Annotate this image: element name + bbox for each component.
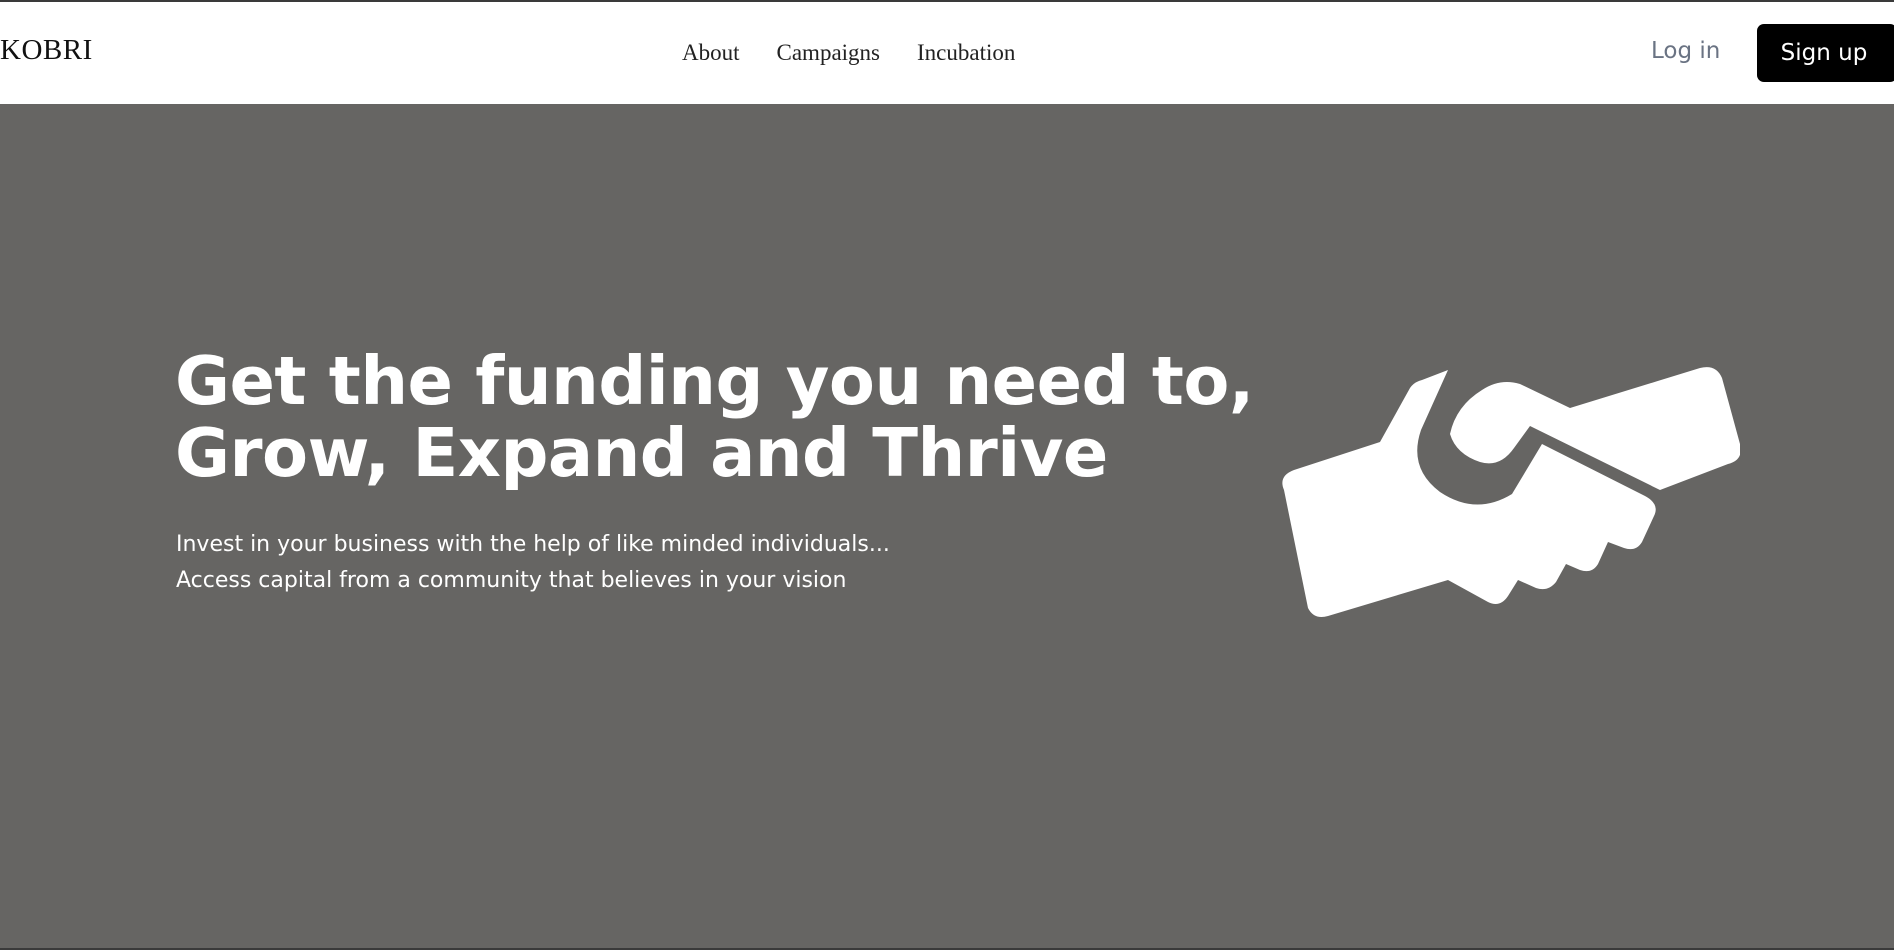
handshake-icon [1282,367,1740,617]
nav-link-about[interactable]: About [682,40,740,66]
nav-link-campaigns[interactable]: Campaigns [777,40,881,66]
nav-link-incubation[interactable]: Incubation [917,40,1015,66]
primary-nav: About Campaigns Incubation [682,40,1015,66]
signup-button[interactable]: Sign up [1757,24,1894,82]
hero-subtext: Invest in your business with the help of… [176,527,890,599]
hero-headline-line-2: Grow, Expand and Thrive [175,414,1108,492]
hero-headline: Get the funding you need to, Grow, Expan… [175,345,1254,489]
hero-subtext-line-2: Access capital from a community that bel… [176,568,847,593]
hero-headline-line-1: Get the funding you need to, [175,342,1254,420]
hero-subtext-line-1: Invest in your business with the help of… [176,532,890,557]
brand-logo[interactable]: KOBRI [0,34,93,67]
navbar: KOBRI About Campaigns Incubation Log in … [0,2,1894,104]
login-link[interactable]: Log in [1651,38,1720,64]
